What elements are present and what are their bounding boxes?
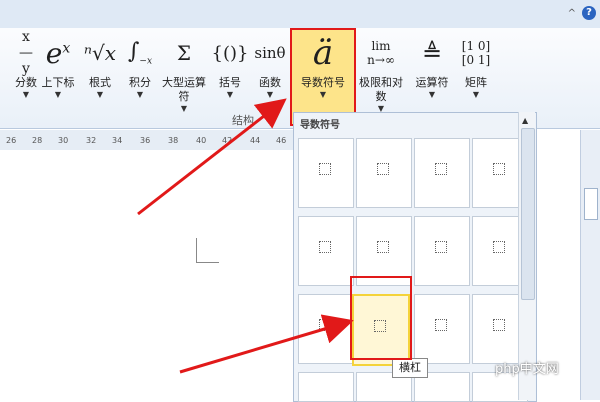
- annotation-arrows: [137, 98, 354, 374]
- arrow-to-bar-tile: [179, 314, 354, 374]
- arrow-to-accent-button: [137, 98, 287, 216]
- watermark: php中文网: [495, 362, 559, 377]
